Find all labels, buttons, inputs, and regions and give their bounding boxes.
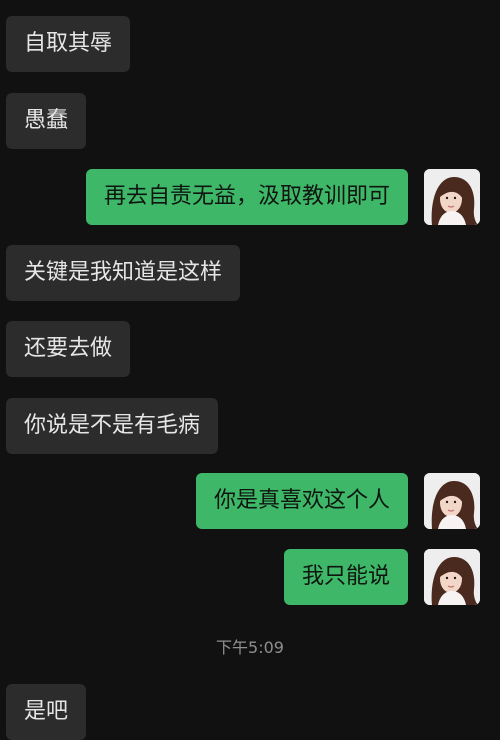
message-timestamp: 下午5:09 bbox=[216, 638, 284, 657]
message-bubble-outgoing[interactable]: 你是真喜欢这个人 bbox=[195, 473, 408, 529]
message-bubble-incoming[interactable]: 愚蠢 bbox=[6, 93, 87, 149]
user-avatar-icon[interactable] bbox=[424, 169, 480, 225]
user-avatar-icon[interactable] bbox=[424, 473, 480, 529]
message-bubble-incoming[interactable]: 你说是不是有毛病 bbox=[6, 398, 219, 454]
message-bubble-incoming[interactable]: 关键是我知道是这样 bbox=[6, 245, 241, 301]
message-bubble-outgoing[interactable]: 我只能说 bbox=[283, 549, 408, 605]
message-bubble-incoming[interactable]: 是吧 bbox=[6, 684, 87, 740]
message-bubble-incoming[interactable]: 自取其辱 bbox=[6, 16, 131, 72]
message-bubble-outgoing[interactable]: 再去自责无益，汲取教训即可 bbox=[85, 169, 408, 225]
message-bubble-incoming[interactable]: 还要去做 bbox=[6, 321, 131, 377]
chat-view[interactable]: 自取其辱 愚蠢 再去自责无益，汲取教训即可 关键是我知道是这样 还要去做 你说是… bbox=[0, 0, 500, 740]
user-avatar-icon[interactable] bbox=[424, 549, 480, 605]
